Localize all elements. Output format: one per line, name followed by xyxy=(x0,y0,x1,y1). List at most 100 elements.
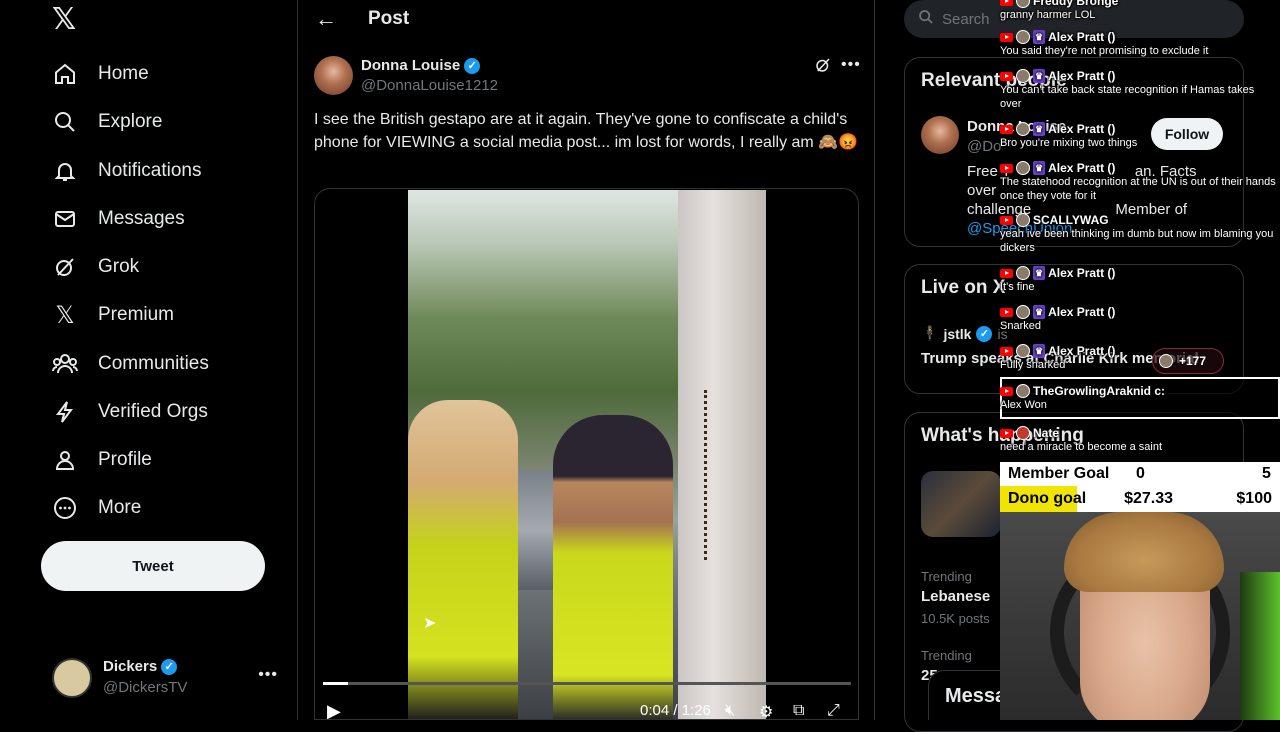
account-name: Dickers xyxy=(103,658,158,675)
chat-text: The statehood recognition at the UN is o… xyxy=(1000,176,1276,202)
more-circle-icon xyxy=(52,495,78,521)
trend-count: 10.5K posts xyxy=(921,611,990,626)
dono-goal-label: Dono goal xyxy=(1008,490,1087,507)
trend-label: Trending xyxy=(921,648,972,663)
youtube-icon xyxy=(1000,428,1013,438)
youtube-icon xyxy=(1000,346,1013,356)
chat-author: Alex Pratt () xyxy=(1048,30,1116,44)
member-badge-icon: ♛ xyxy=(1033,344,1046,358)
search-icon xyxy=(52,109,78,135)
nav-item-messages[interactable]: Messages xyxy=(52,199,185,239)
chat-text: Fully snarked xyxy=(1000,359,1066,371)
chat-message: ♛ Alex Pratt () You can't take back state… xyxy=(1000,69,1278,111)
avatar xyxy=(1016,161,1030,175)
nav-item-premium[interactable]: 𝕏 Premium xyxy=(52,295,174,335)
video-door xyxy=(678,190,766,719)
avatar xyxy=(1016,384,1030,398)
avatar xyxy=(1016,0,1030,8)
x-logo-icon[interactable]: 𝕏 xyxy=(52,5,80,35)
avatar[interactable] xyxy=(921,116,959,154)
nav-item-verified-orgs[interactable]: Verified Orgs xyxy=(52,392,208,432)
person-icon xyxy=(52,447,78,473)
live-host: jstlk xyxy=(943,325,972,342)
nav-item-grok[interactable]: Grok xyxy=(52,247,139,287)
page-title: Post xyxy=(368,8,410,29)
settings-gear-icon[interactable]: ⚙ xyxy=(759,702,773,719)
chat-author: TheGrowlingAraknid c: xyxy=(1033,384,1166,398)
dono-goal-current: $27.33 xyxy=(1124,490,1174,507)
nav-item-communities[interactable]: Communities xyxy=(52,344,209,384)
youtube-icon xyxy=(1000,307,1013,317)
video-frame[interactable] xyxy=(408,190,766,719)
play-icon[interactable]: ▶ xyxy=(327,701,341,719)
avatar xyxy=(1016,30,1030,44)
author-avatar[interactable] xyxy=(314,56,353,95)
avatar xyxy=(1016,305,1030,319)
people-icon xyxy=(52,351,78,377)
nav-item-notifications[interactable]: Notifications xyxy=(52,151,202,191)
trend-name[interactable]: Lebanese xyxy=(921,588,990,605)
webcam-chair xyxy=(1240,572,1280,720)
nav-item-profile[interactable]: Profile xyxy=(52,440,152,480)
author-handle[interactable]: @DonnaLouise1212 xyxy=(361,77,498,94)
chat-author: SCALLYWAG xyxy=(1033,213,1109,227)
member-badge-icon: ♛ xyxy=(1033,122,1046,136)
author-name-row[interactable]: Donna Louise ✓ xyxy=(361,57,481,74)
chat-text: It's fine xyxy=(1000,281,1035,293)
chat-text: yeah ive been thinking im dumb but now i… xyxy=(1000,228,1274,254)
video-progress-bar[interactable] xyxy=(323,682,851,685)
account-handle: @DickersTV xyxy=(103,679,188,696)
verified-badge-icon: ✓ xyxy=(161,658,178,675)
chat-message: ♛ Alex Pratt () Bro you're mixing two thi… xyxy=(1000,122,1278,150)
nav-item-home[interactable]: Home xyxy=(52,54,149,94)
member-goal-current: 0 xyxy=(1136,465,1145,482)
youtube-icon xyxy=(1000,163,1013,173)
chat-message: SCALLYWAG yeah ive been thinking im dumb… xyxy=(1000,213,1278,255)
chat-text: Alex Won xyxy=(1000,399,1047,411)
grok-icon[interactable] xyxy=(814,56,832,79)
card-title: Live on X xyxy=(921,277,1006,298)
video-player[interactable]: ➤ ▶ 0:04 / 1:26 🔇︎ ⚙ ⧉ ⤢ xyxy=(314,188,859,720)
chat-text: Bro you're mixing two things xyxy=(1000,137,1138,149)
viewer-count: +177 xyxy=(1179,354,1207,368)
back-arrow-icon[interactable]: ← xyxy=(315,6,337,32)
video-progress-fill xyxy=(323,682,348,685)
youtube-icon xyxy=(1000,32,1013,42)
left-navigation: 𝕏 Home Explore Notifications Messages Gr… xyxy=(0,0,298,720)
chat-text: You said they're not promising to exclud… xyxy=(1000,45,1209,57)
video-officer-right xyxy=(553,415,673,719)
viewer-count-badge: +177 xyxy=(1152,348,1224,374)
relevant-handle: @Do xyxy=(967,138,1002,155)
news-thumbnail[interactable] xyxy=(921,471,1001,537)
youtube-icon xyxy=(1000,215,1013,225)
nav-label: Explore xyxy=(98,111,163,132)
nav-item-explore[interactable]: Explore xyxy=(52,102,162,142)
nav-label: Communities xyxy=(98,353,209,374)
picture-in-picture-icon[interactable]: ⧉ xyxy=(793,702,804,719)
host-avatar-icon: 🕴 xyxy=(921,325,939,341)
nav-item-more[interactable]: More xyxy=(52,488,141,528)
chat-author: Alex Pratt () xyxy=(1048,266,1116,280)
more-options-icon[interactable]: ••• xyxy=(841,56,861,74)
chat-author: Alex Pratt () xyxy=(1048,122,1116,136)
author-name: Donna Louise xyxy=(361,57,461,74)
tweet-button[interactable]: Tweet xyxy=(41,541,265,591)
fullscreen-icon[interactable]: ⤢ xyxy=(827,702,840,719)
more-options-icon[interactable]: ••• xyxy=(258,666,278,684)
home-icon xyxy=(52,61,78,87)
nav-label: More xyxy=(98,497,142,518)
chat-author: Nate xyxy=(1033,426,1060,440)
chat-author: Freddy Bronge xyxy=(1033,0,1119,8)
live-host-row[interactable]: 🕴 jstlk ✓ is xyxy=(921,325,1008,342)
account-name-row: Dickers ✓ xyxy=(103,658,178,675)
chat-author: Alex Pratt () xyxy=(1048,344,1116,358)
mute-icon[interactable]: 🔇︎ xyxy=(725,702,735,719)
nav-label: Home xyxy=(98,63,149,84)
account-switcher[interactable]: Dickers ✓ @DickersTV ••• xyxy=(52,656,282,700)
main-column: ← Post Donna Louise ✓ @DonnaLouise1212 •… xyxy=(299,0,875,720)
chat-message: ♛ Alex Pratt () It's fine xyxy=(1000,266,1278,294)
verified-badge-icon: ✓ xyxy=(464,57,481,74)
avatar xyxy=(1016,69,1030,83)
avatar xyxy=(1016,213,1030,227)
chat-text: need a miracle to become a saint xyxy=(1000,441,1163,453)
